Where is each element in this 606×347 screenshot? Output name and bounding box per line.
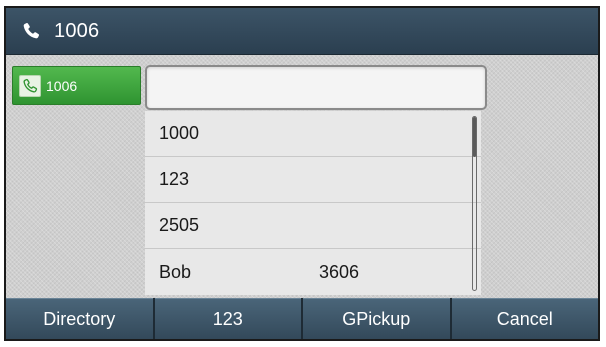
suggestion-item[interactable]: Bob 3606 — [145, 249, 481, 295]
dial-number-input[interactable] — [145, 65, 487, 110]
suggestion-item[interactable]: 123 — [145, 157, 481, 203]
phone-handset-icon — [20, 20, 42, 42]
phone-handset-icon — [19, 74, 41, 97]
softkey-bar: Directory 123 GPickup Cancel — [6, 298, 598, 339]
line-key-label: 1006 — [46, 77, 78, 94]
suggestion-number: 3606 — [319, 261, 360, 282]
softkey-gpickup[interactable]: GPickup — [303, 298, 450, 339]
suggestion-item[interactable]: 1000 — [145, 111, 481, 157]
suggestion-name: Bob — [159, 261, 192, 282]
suggestion-list: 1000 123 2505 Bob 3606 — [145, 111, 481, 295]
scrollbar-thumb[interactable] — [473, 117, 476, 157]
account-title: 1006 — [54, 19, 100, 42]
suggestion-name: 1000 — [159, 123, 200, 143]
softkey-directory[interactable]: Directory — [6, 298, 153, 339]
softkey-input-mode[interactable]: 123 — [154, 298, 301, 339]
line-key-account[interactable]: 1006 — [12, 66, 141, 105]
softkey-cancel[interactable]: Cancel — [451, 298, 598, 339]
phone-screen: 1006 1006 1000 123 2505 Bob 3606 Directo… — [4, 6, 600, 341]
suggestion-scrollbar[interactable] — [472, 116, 477, 291]
suggestion-name: 2505 — [159, 215, 200, 235]
title-bar: 1006 — [6, 8, 598, 55]
suggestion-item[interactable]: 2505 — [145, 203, 481, 249]
suggestion-name: 123 — [159, 169, 190, 189]
